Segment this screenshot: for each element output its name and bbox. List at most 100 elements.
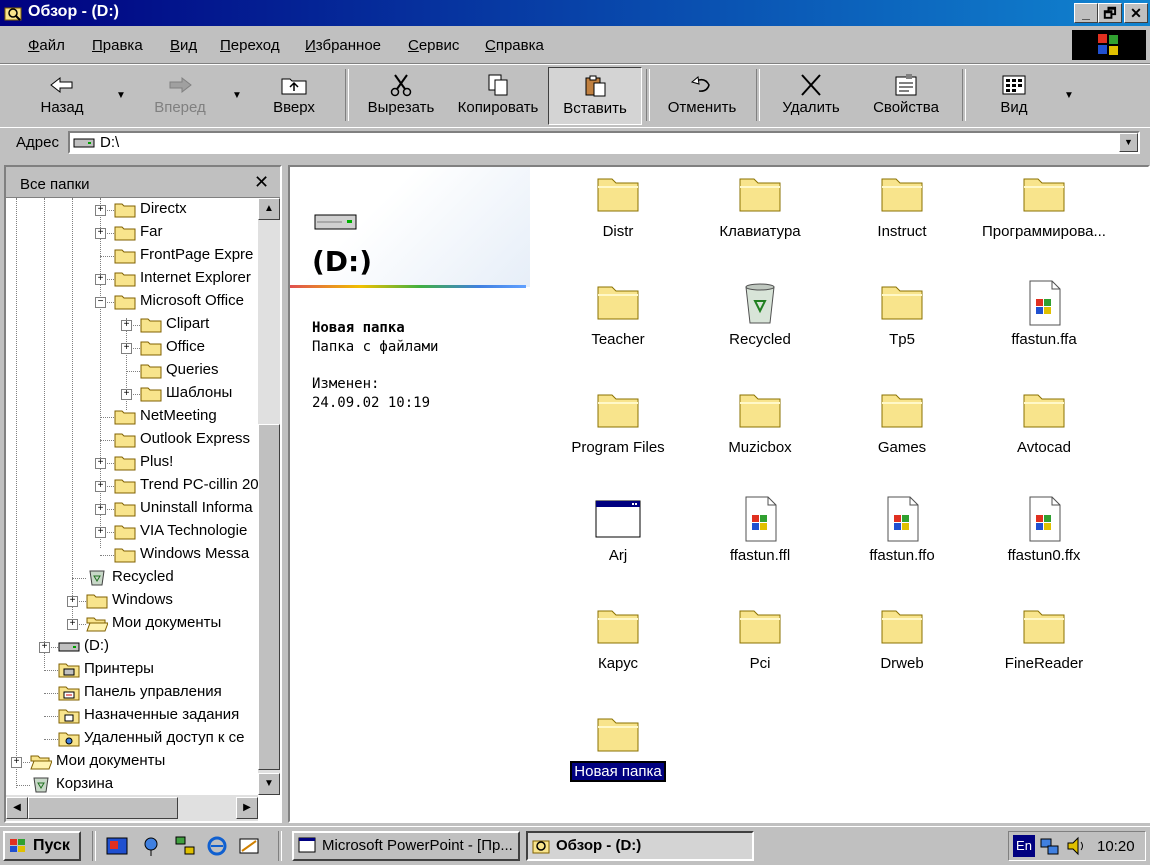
tree-item[interactable]: + Шаблоны [6, 384, 258, 406]
forward-dropdown-icon[interactable]: ▼ [232, 90, 242, 101]
clock[interactable]: 10:20 [1097, 838, 1135, 855]
expand-icon[interactable]: + [121, 343, 132, 354]
cut-button[interactable]: Вырезать [360, 67, 442, 123]
file-item[interactable]: Drweb [832, 603, 972, 672]
tree-item[interactable]: NetMeeting [6, 407, 258, 429]
menu-file[interactable]: Файл [28, 37, 65, 54]
title-bar[interactable]: Обзор - (D:) _ 🗗 ✕ [0, 0, 1150, 26]
tree-item[interactable]: FrontPage Expre [6, 246, 258, 268]
satellite-icon[interactable] [140, 835, 162, 857]
tree-item[interactable]: + VIA Technologie [6, 522, 258, 544]
expand-icon[interactable]: + [67, 596, 78, 607]
horizontal-scroll-thumb[interactable] [28, 797, 178, 819]
expand-icon[interactable]: + [95, 228, 106, 239]
network-tray-icon[interactable] [1039, 835, 1061, 857]
expand-icon[interactable]: + [95, 205, 106, 216]
tree-item[interactable]: Назначенные задания [6, 706, 258, 728]
file-item[interactable]: Muzicbox [690, 387, 830, 456]
tree-item[interactable]: Queries [6, 361, 258, 383]
menu-favorites[interactable]: Избранное [305, 37, 381, 54]
address-input[interactable]: D:\ ▼ [68, 131, 1140, 154]
show-desktop-icon[interactable] [106, 835, 128, 857]
expand-icon[interactable]: + [39, 642, 50, 653]
scroll-down-button[interactable]: ▼ [258, 773, 280, 795]
close-button[interactable]: ✕ [1124, 3, 1148, 23]
file-item[interactable]: Instruct [832, 171, 972, 240]
file-item[interactable]: Teacher [548, 279, 688, 348]
tree-item[interactable]: + Мои документы [6, 614, 258, 636]
properties-button[interactable]: Свойства [864, 67, 948, 123]
tree-item[interactable]: + Plus! [6, 453, 258, 475]
file-item[interactable]: Arj [548, 495, 688, 564]
expand-icon[interactable]: + [95, 481, 106, 492]
explorer-icon[interactable] [4, 4, 22, 22]
view-button[interactable]: Вид [978, 67, 1050, 123]
internet-explorer-icon[interactable] [206, 835, 228, 857]
collapse-icon[interactable]: − [95, 297, 106, 308]
file-item[interactable]: Program Files [548, 387, 688, 456]
scroll-thumb[interactable] [258, 424, 280, 770]
address-dropdown-button[interactable]: ▼ [1119, 133, 1138, 152]
expand-icon[interactable]: + [95, 527, 106, 538]
tree-item[interactable]: + Office [6, 338, 258, 360]
file-item[interactable]: ffastun.ffl [690, 495, 830, 564]
tree-item[interactable]: + Uninstall Informa [6, 499, 258, 521]
tree-item[interactable]: + Far [6, 223, 258, 245]
file-item[interactable]: Карус [548, 603, 688, 672]
taskbar-powerpoint[interactable]: Microsoft PowerPoint - [Пр... [292, 831, 520, 861]
tree-item[interactable]: + (D:) [6, 637, 258, 659]
tree-item[interactable]: + Clipart [6, 315, 258, 337]
tree-item[interactable]: Windows Messa [6, 545, 258, 567]
file-item[interactable]: FineReader [974, 603, 1114, 672]
tree-item[interactable]: + Directx [6, 200, 258, 222]
expand-icon[interactable]: + [95, 274, 106, 285]
close-pane-icon[interactable]: ✕ [254, 172, 269, 193]
menu-go[interactable]: Переход [220, 37, 280, 54]
file-item[interactable]: Recycled [690, 279, 830, 348]
tree-item[interactable]: Корзина [6, 775, 258, 795]
menu-help[interactable]: Справка [485, 37, 544, 54]
scroll-up-button[interactable]: ▲ [258, 198, 280, 220]
rename-field[interactable]: Новая папка [570, 761, 666, 782]
file-item[interactable]: ffastun.ffa [974, 279, 1114, 348]
file-item[interactable]: Pci [690, 603, 830, 672]
scroll-right-button[interactable]: ▶ [236, 797, 258, 819]
forward-button[interactable]: Вперед [140, 67, 220, 123]
expand-icon[interactable]: + [11, 757, 22, 768]
expand-icon[interactable]: + [121, 320, 132, 331]
menu-tools[interactable]: Сервис [408, 37, 459, 54]
copy-button[interactable]: Копировать [450, 67, 546, 123]
file-item[interactable]: Avtocad [974, 387, 1114, 456]
back-dropdown-icon[interactable]: ▼ [116, 90, 126, 101]
back-button[interactable]: Назад [22, 67, 102, 123]
tree-vertical-scrollbar[interactable]: ▲ ▼ [258, 198, 280, 795]
network-icon[interactable] [174, 835, 196, 857]
tree-item[interactable]: + Internet Explorer [6, 269, 258, 291]
file-item[interactable]: ffastun0.ffx [974, 495, 1114, 564]
file-item[interactable]: Программирова... [974, 171, 1114, 240]
tree-item[interactable]: + Trend PC-cillin 20 [6, 476, 258, 498]
file-item[interactable]: Distr [548, 171, 688, 240]
tree-item[interactable]: Recycled [6, 568, 258, 590]
file-item[interactable]: Tp5 [832, 279, 972, 348]
undo-button[interactable]: Отменить [660, 67, 744, 123]
expand-icon[interactable]: + [121, 389, 132, 400]
tree-horizontal-scrollbar[interactable]: ◀ ▶ [6, 795, 258, 821]
tree-item[interactable]: + Мои документы [6, 752, 258, 774]
speaker-icon[interactable] [1065, 835, 1087, 857]
expand-icon[interactable]: + [95, 458, 106, 469]
expand-icon[interactable]: + [95, 504, 106, 515]
minimize-button[interactable]: _ [1074, 3, 1098, 23]
expand-icon[interactable]: + [67, 619, 78, 630]
file-item[interactable]: Games [832, 387, 972, 456]
tree-item[interactable]: Панель управления [6, 683, 258, 705]
file-item-selected[interactable]: Новая папка [548, 711, 688, 782]
restore-button[interactable]: 🗗 [1098, 3, 1122, 23]
tree-item[interactable]: Outlook Express [6, 430, 258, 452]
outlook-express-icon[interactable] [238, 835, 260, 857]
up-button[interactable]: Вверх [256, 67, 332, 123]
tree-item[interactable]: − Microsoft Office [6, 292, 258, 314]
tree-item[interactable]: Удаленный доступ к се [6, 729, 258, 751]
menu-view[interactable]: Вид [170, 37, 197, 54]
paste-button[interactable]: Вставить [548, 67, 642, 125]
